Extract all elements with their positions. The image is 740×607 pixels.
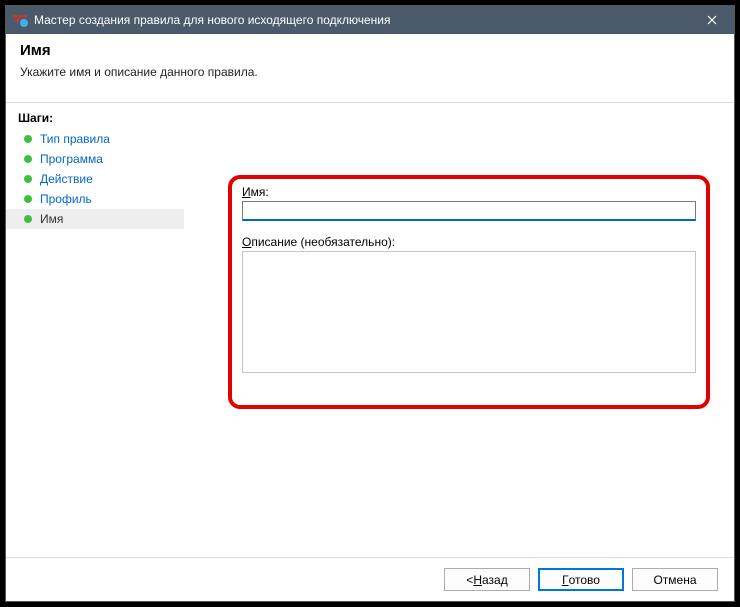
bullet-icon (24, 215, 32, 223)
step-rule-type[interactable]: Тип правила (6, 129, 184, 149)
steps-heading: Шаги: (6, 109, 184, 129)
form-area: Имя: Описание (необязательно): (242, 185, 696, 376)
page-description: Укажите имя и описание данного правила. (20, 65, 720, 79)
description-label: Описание (необязательно): (242, 235, 696, 249)
name-input[interactable] (242, 201, 696, 221)
step-action[interactable]: Действие (6, 169, 184, 189)
step-profile[interactable]: Профиль (6, 189, 184, 209)
bullet-icon (24, 175, 32, 183)
step-name[interactable]: Имя (6, 209, 184, 229)
bullet-icon (24, 155, 32, 163)
firewall-icon (12, 12, 28, 28)
bullet-icon (24, 135, 32, 143)
step-label: Профиль (40, 192, 92, 206)
step-label: Имя (40, 212, 63, 226)
step-label: Тип правила (40, 132, 110, 146)
page-title: Имя (20, 42, 720, 59)
wizard-window: Мастер создания правила для нового исход… (5, 5, 735, 602)
main-panel: Имя: Описание (необязательно): (184, 103, 734, 557)
cancel-button[interactable]: Отмена (632, 568, 718, 591)
window-title: Мастер создания правила для нового исход… (34, 13, 690, 27)
step-program[interactable]: Программа (6, 149, 184, 169)
bullet-icon (24, 195, 32, 203)
back-button[interactable]: < Назад (444, 568, 530, 591)
wizard-footer: < Назад Готово Отмена (6, 557, 734, 601)
wizard-body: Шаги: Тип правила Программа Действие Про… (6, 102, 734, 557)
name-label: Имя: (242, 185, 696, 199)
wizard-header: Имя Укажите имя и описание данного прави… (6, 34, 734, 89)
close-button[interactable] (690, 6, 734, 34)
titlebar: Мастер создания правила для нового исход… (6, 6, 734, 34)
step-label: Программа (40, 152, 103, 166)
step-label: Действие (40, 172, 93, 186)
description-input[interactable] (242, 251, 696, 373)
finish-button[interactable]: Готово (538, 568, 624, 591)
steps-sidebar: Шаги: Тип правила Программа Действие Про… (6, 103, 184, 557)
